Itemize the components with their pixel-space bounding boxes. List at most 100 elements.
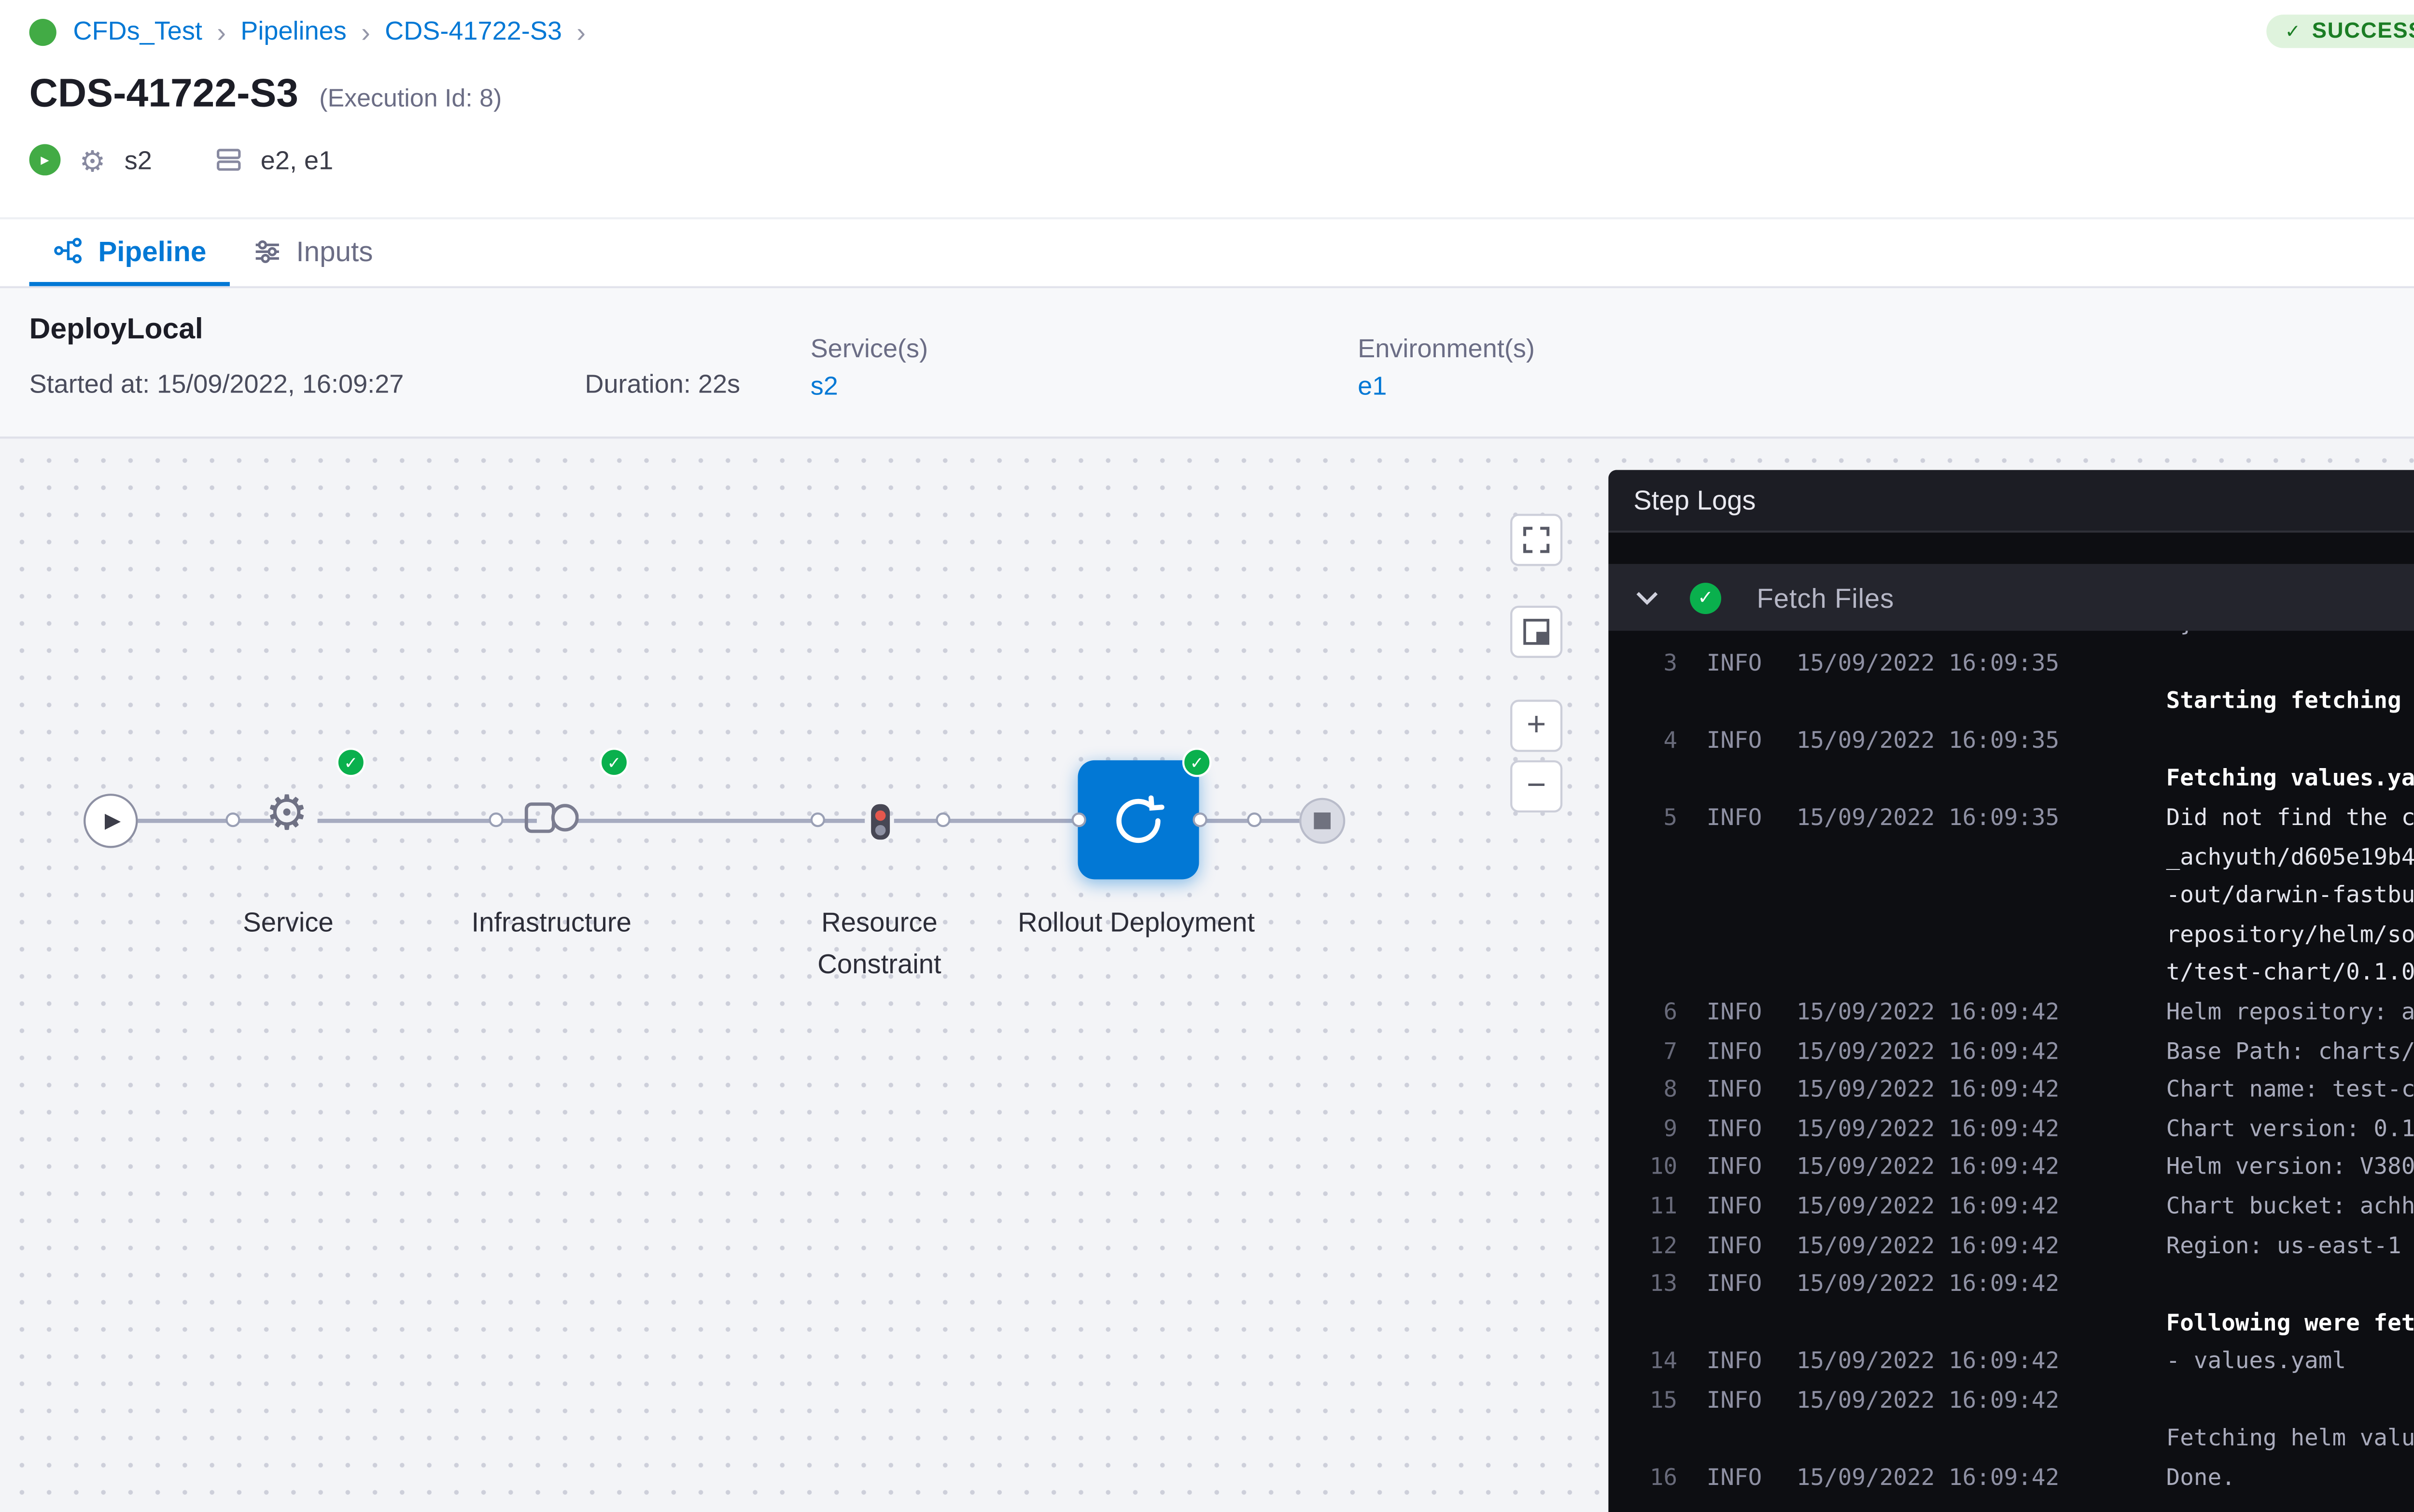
success-check-icon: ✓ — [1182, 748, 1212, 777]
edge — [138, 819, 274, 822]
connector-dot — [1193, 812, 1207, 827]
rollout-deployment-node[interactable] — [1078, 760, 1199, 880]
stop-icon — [1314, 812, 1331, 829]
log-line: 16INFO15/09/2022 16:09:42Done. — [1608, 1460, 2414, 1499]
connector-dot — [225, 812, 240, 827]
log-line: 15INFO15/09/2022 16:09:42 — [1608, 1383, 2414, 1421]
map-icon — [1523, 618, 1550, 645]
log-line: Starting fetching Helm values — [1608, 684, 2414, 722]
log-line: t/test-chart/0.1.0 — [1608, 955, 2414, 994]
console-header: Step Logs Console View — [1608, 470, 2414, 532]
resource-constraint-label: Resource Constraint — [775, 902, 984, 986]
chevron-right-icon: › — [576, 15, 586, 47]
tab-bar: Pipeline Inputs Console View — [0, 217, 2414, 288]
log-line: 7INFO15/09/2022 16:09:42Base Path: chart… — [1608, 1033, 2414, 1072]
step-logs-panel: Step Logs Console View ✓ Fetch Files — [1608, 470, 2414, 1512]
pipeline-icon — [52, 236, 84, 266]
zoom-out-button[interactable]: − — [1510, 760, 1562, 812]
log-line: 13INFO15/09/2022 16:09:42 — [1608, 1266, 2414, 1304]
chevron-right-icon: › — [361, 15, 370, 47]
page-title: CDS-41722-S3 — [29, 73, 298, 119]
log-line: Fetching values.yaml from helm chart rep… — [1608, 761, 2414, 799]
infrastructure-icon — [524, 798, 578, 840]
environment-icon — [215, 146, 242, 173]
edge — [894, 819, 1080, 822]
project-icon — [29, 18, 56, 45]
breadcrumb: CFDs_Test › Pipelines › CDS-41722-S3 › ✓… — [29, 8, 2414, 54]
app-window: CFDs_Test › Pipelines › CDS-41722-S3 › ✓… — [0, 0, 2414, 1512]
chevron-down-icon[interactable] — [1636, 590, 1665, 604]
services-label: Service(s) — [811, 334, 928, 364]
log-line: Following were fetched successfully : — [1608, 1305, 2414, 1344]
breadcrumb-pipeline-name[interactable]: CDS-41722-S3 — [385, 17, 562, 46]
tab-pipeline[interactable]: Pipeline — [29, 219, 229, 286]
services-link[interactable]: s2 — [811, 372, 838, 401]
log-line: 5INFO15/09/2022 16:09:35Did not find the… — [1608, 800, 2414, 839]
stage-started-at: Started at: 15/09/2022, 16:09:27 — [29, 370, 404, 399]
plus-icon: + — [1527, 709, 1546, 742]
service-node-label: Service — [184, 902, 393, 944]
console-title: Step Logs — [1633, 485, 1755, 516]
environments-link[interactable]: e1 — [1358, 372, 1387, 401]
log-line: 14INFO15/09/2022 16:09:42- values.yaml — [1608, 1344, 2414, 1382]
log-line: 9INFO15/09/2022 16:09:42Chart version: 0… — [1608, 1110, 2414, 1149]
log-line: 12INFO15/09/2022 16:09:42Region: us-east… — [1608, 1227, 2414, 1266]
meta-row: ▸ ⚙ s2 e2, e1 Admin — [29, 142, 2414, 178]
main-area: ▶ ⚙ ✓ Service ✓ Infrastructure Resource … — [0, 439, 2414, 1512]
connector-dot — [811, 812, 825, 827]
log-line: -out/darwin-fastbuild/bin/260-delegate/e… — [1608, 878, 2414, 916]
log-section-header[interactable]: ✓ Fetch Files ↑ ↓ 9s — [1608, 564, 2414, 630]
header-actions: ✓ SUCCESS Start time 15/09/2022 16:09:26… — [2266, 7, 2414, 56]
log-line: _achyuth/d605e19b46448ceaacb01fb4c19633a… — [1608, 839, 2414, 877]
tab-inputs-label: Inputs — [296, 235, 373, 266]
pipeline-start-node[interactable]: ▶ — [84, 794, 138, 848]
execution-id: (Execution Id: 8) — [319, 84, 502, 113]
connector-dot — [936, 812, 950, 827]
log-line: repository/helm/source/93602db7-89f2-317… — [1608, 916, 2414, 955]
chevron-right-icon: › — [217, 15, 226, 47]
log-line: 3INFO15/09/2022 16:09:35 — [1608, 644, 2414, 683]
gear-icon: ⚙ — [79, 145, 105, 175]
infrastructure-node-label: Infrastructure — [426, 902, 677, 944]
execution-header: CFDs_Test › Pipelines › CDS-41722-S3 › ✓… — [0, 0, 2414, 217]
zoom-in-button[interactable]: + — [1510, 700, 1562, 752]
service-ref: s2 — [125, 145, 152, 175]
canvas-map-button[interactable] — [1510, 606, 1562, 658]
tab-inputs[interactable]: Inputs — [229, 219, 396, 286]
success-check-icon: ✓ — [337, 748, 366, 777]
log-line: 10INFO15/09/2022 16:09:42Helm version: V… — [1608, 1149, 2414, 1188]
log-line: 11INFO15/09/2022 16:09:42Chart bucket: a… — [1608, 1188, 2414, 1227]
connector-dot — [1072, 812, 1086, 827]
log-line: 8INFO15/09/2022 16:09:42Chart name: test… — [1608, 1072, 2414, 1110]
status-badge-label: SUCCESS — [2312, 19, 2414, 44]
stage-name: DeployLocal — [29, 311, 203, 345]
environment-refs: e2, e1 — [261, 145, 333, 175]
infrastructure-step-node[interactable] — [524, 798, 578, 850]
fullscreen-button[interactable] — [1510, 514, 1562, 566]
title-row: CDS-41722-S3 (Execution Id: 8) — [29, 73, 2414, 119]
tab-pipeline-label: Pipeline — [98, 235, 206, 266]
environments-label: Environment(s) — [1358, 334, 1535, 364]
log-line: 4INFO15/09/2022 16:09:35 — [1608, 722, 2414, 761]
status-badge: ✓ SUCCESS — [2266, 14, 2414, 48]
pipeline-end-node[interactable] — [1299, 798, 1345, 844]
edge — [318, 819, 537, 822]
stage-info-bar: DeployLocal Started at: 15/09/2022, 16:0… — [0, 288, 2414, 439]
connector-dot — [1247, 812, 1262, 827]
check-icon: ✓ — [2285, 20, 2302, 43]
fullscreen-icon — [1523, 526, 1550, 553]
rollout-node-label: Rollout Deployment — [1011, 902, 1262, 944]
play-icon: ▶ — [105, 810, 121, 833]
minus-icon: − — [1527, 770, 1546, 803]
success-check-icon: ✓ — [600, 748, 629, 777]
log-line: Fetching helm values completed successfu… — [1608, 1421, 2414, 1460]
resource-constraint-node[interactable] — [871, 804, 890, 840]
breadcrumb-project[interactable]: CFDs_Test — [73, 17, 202, 46]
rollout-icon — [1109, 791, 1167, 849]
step-success-check-icon: ✓ — [1690, 582, 1721, 613]
stage-duration: Duration: 22s — [585, 370, 740, 399]
breadcrumb-pipelines[interactable]: Pipelines — [240, 17, 347, 46]
cd-module-icon: ▸ — [29, 144, 61, 176]
log-section-title: Fetch Files — [1757, 582, 1895, 613]
service-step-node[interactable]: ⚙ — [265, 789, 308, 838]
